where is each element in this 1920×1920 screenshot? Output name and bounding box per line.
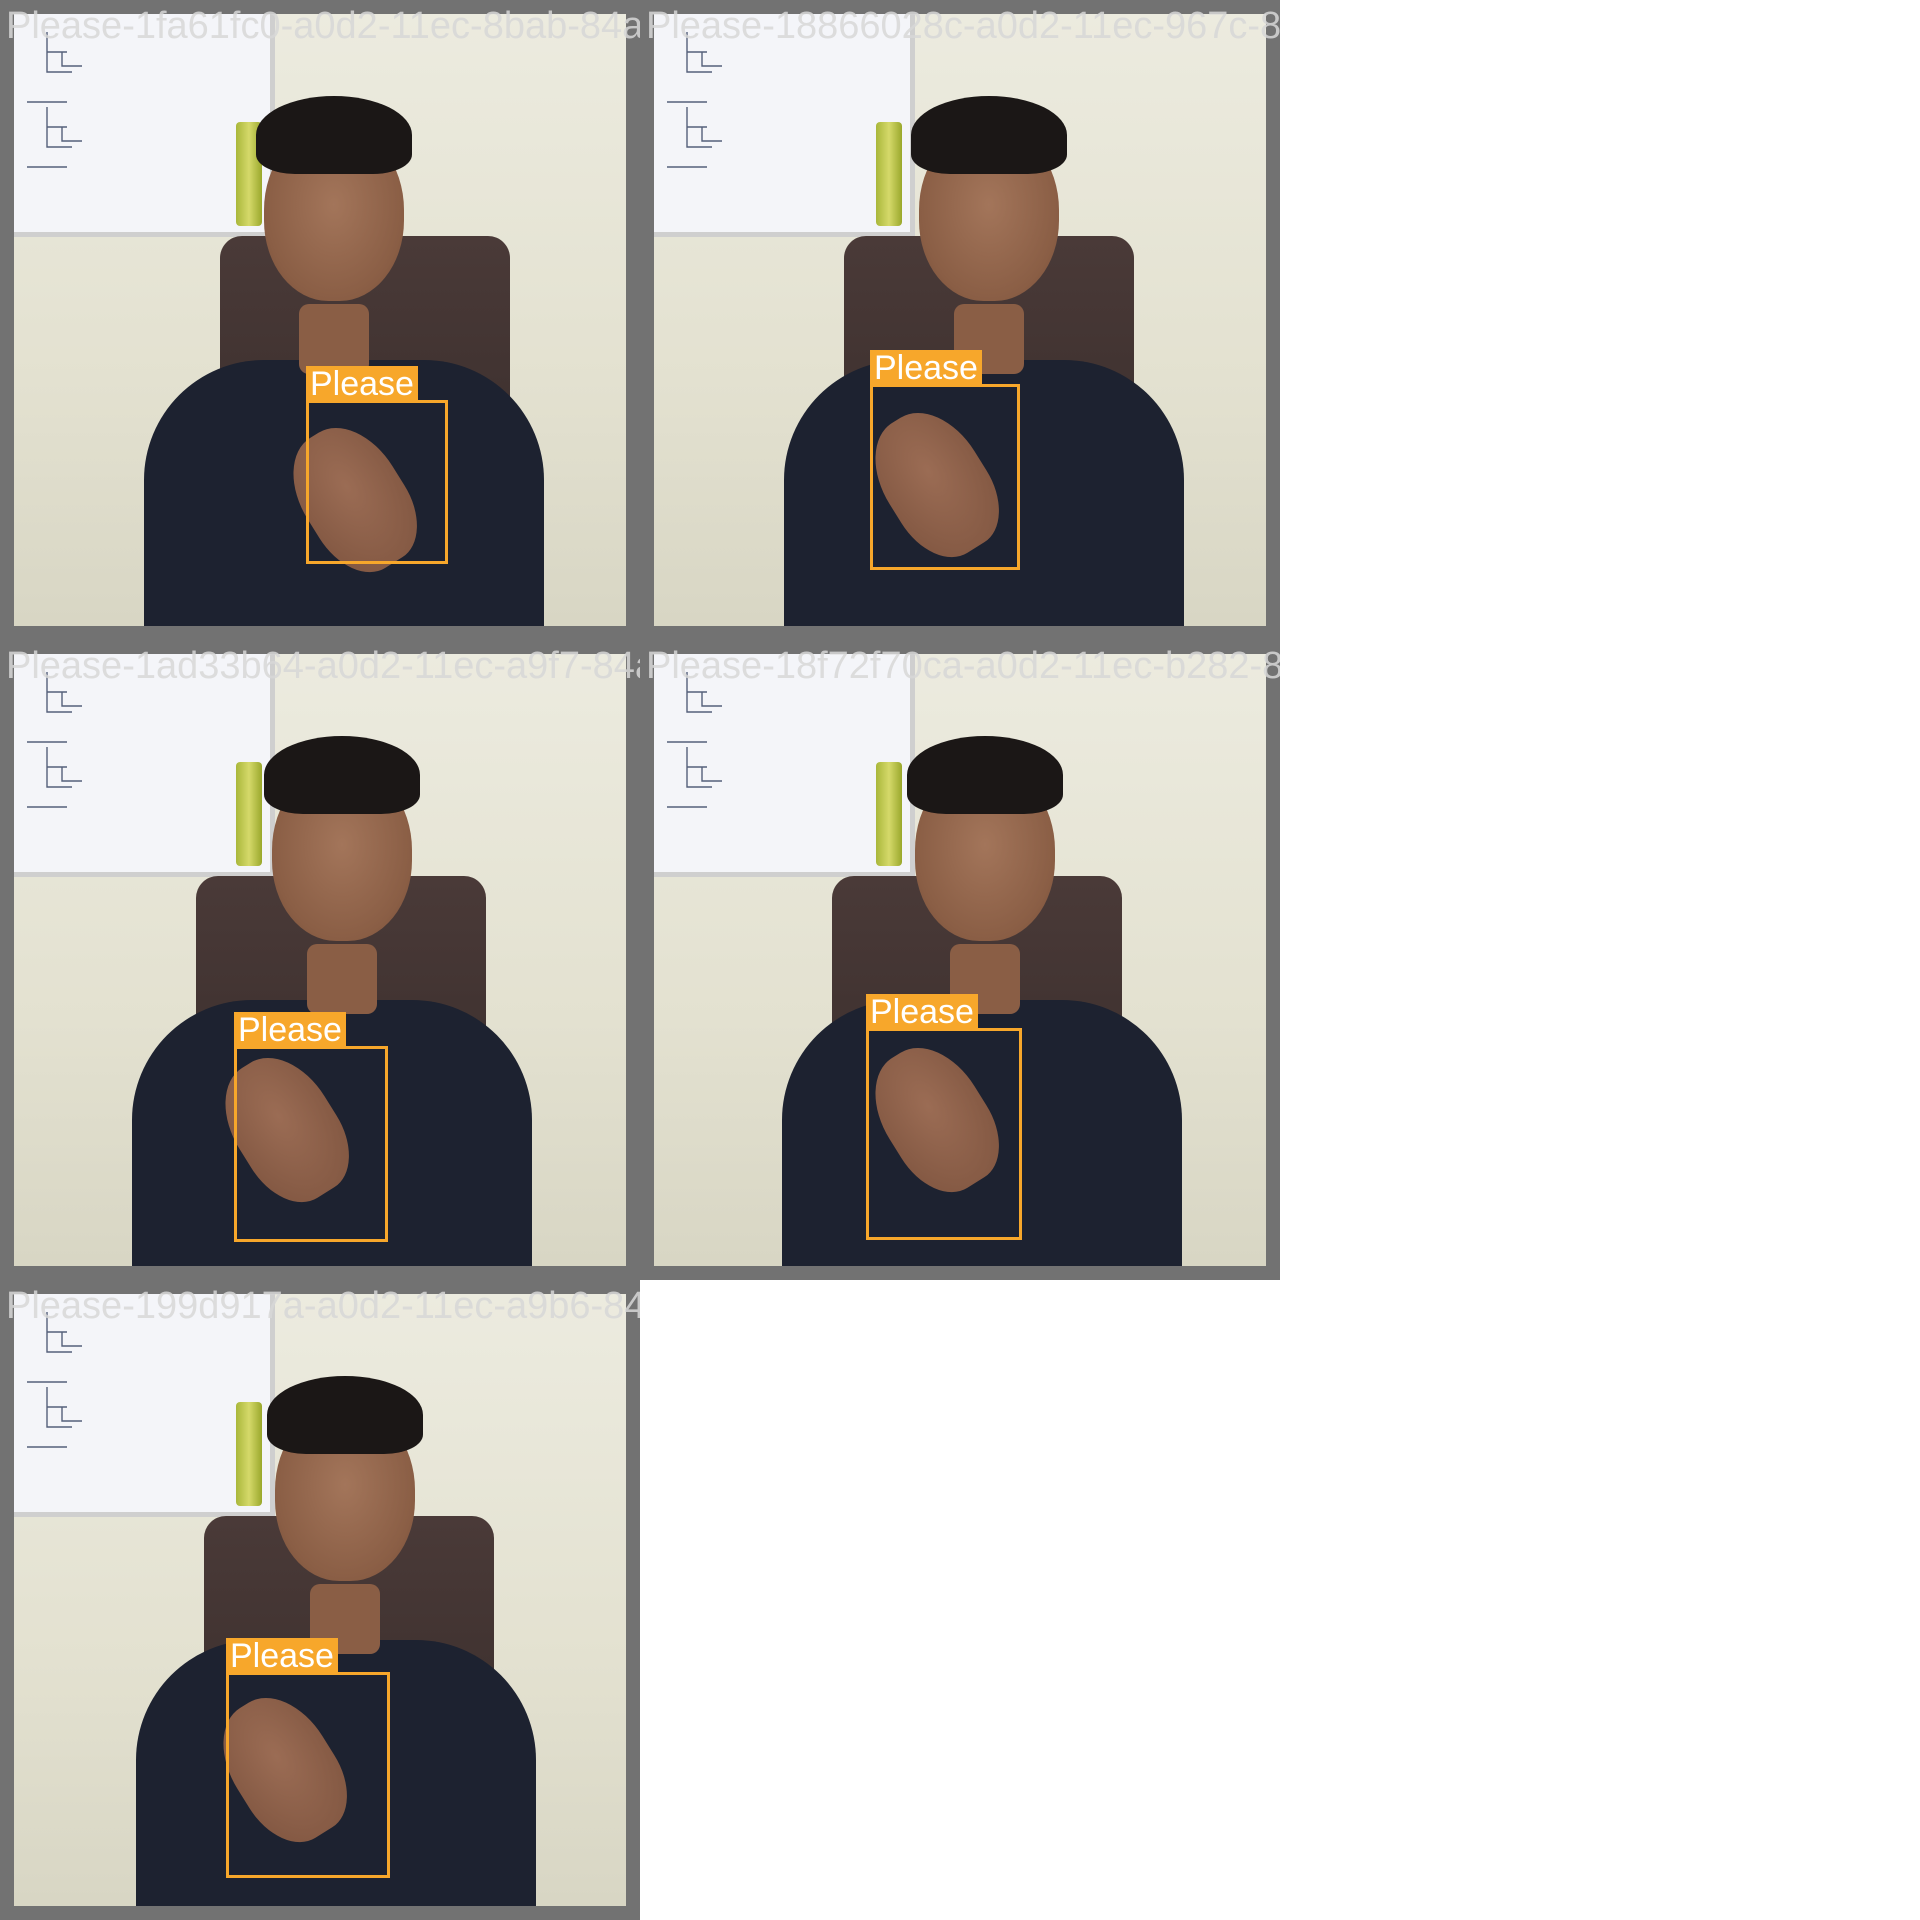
image-tile-1: Please Please-1fa61fc0-a0d2-11ec-8bab-84… xyxy=(0,0,640,640)
bottle xyxy=(876,762,902,866)
bottle xyxy=(876,122,902,226)
person-hair xyxy=(264,736,420,814)
detection-label: Please xyxy=(870,350,982,386)
photo: Please xyxy=(14,654,626,1266)
bottle xyxy=(236,1402,262,1506)
photo: Please xyxy=(14,14,626,626)
detection-label: Please xyxy=(306,366,418,402)
photo: Please xyxy=(654,654,1266,1266)
bottle xyxy=(236,762,262,866)
image-caption: Please-199d917a-a0d2-11ec-a9b6-84a93ea18 xyxy=(6,1285,640,1327)
image-caption: Please-1fa61fc0-a0d2-11ec-8bab-84a93ea18 xyxy=(6,5,640,47)
detection-label: Please xyxy=(226,1638,338,1674)
detection-box xyxy=(306,400,448,564)
person-hair xyxy=(911,96,1067,174)
person-hair xyxy=(267,1376,423,1454)
image-tile-5: Please Please-199d917a-a0d2-11ec-a9b6-84… xyxy=(0,1280,640,1920)
person-hair xyxy=(907,736,1063,814)
image-caption: Please-18866028c-a0d2-11ec-967c-84a93ea1… xyxy=(646,5,1280,47)
person-neck xyxy=(307,944,377,1014)
image-caption: Please-18f72f70ca-a0d2-11ec-b282-84a93ea… xyxy=(646,645,1280,687)
image-tile-3: Please Please-1ad33b64-a0d2-11ec-a9f7-84… xyxy=(0,640,640,1280)
detection-label: Please xyxy=(234,1012,346,1048)
image-tile-2: Please Please-18866028c-a0d2-11ec-967c-8… xyxy=(640,0,1280,640)
detection-box xyxy=(226,1672,390,1878)
detection-box xyxy=(870,384,1020,570)
photo: Please xyxy=(14,1294,626,1906)
image-caption: Please-1ad33b64-a0d2-11ec-a9f7-84a93ea18 xyxy=(6,645,640,687)
person-hair xyxy=(256,96,412,174)
detection-label: Please xyxy=(866,994,978,1030)
photo: Please xyxy=(654,14,1266,626)
person-neck xyxy=(299,304,369,374)
detection-box xyxy=(866,1028,1022,1240)
detection-box xyxy=(234,1046,388,1242)
image-tile-4: Please Please-18f72f70ca-a0d2-11ec-b282-… xyxy=(640,640,1280,1280)
